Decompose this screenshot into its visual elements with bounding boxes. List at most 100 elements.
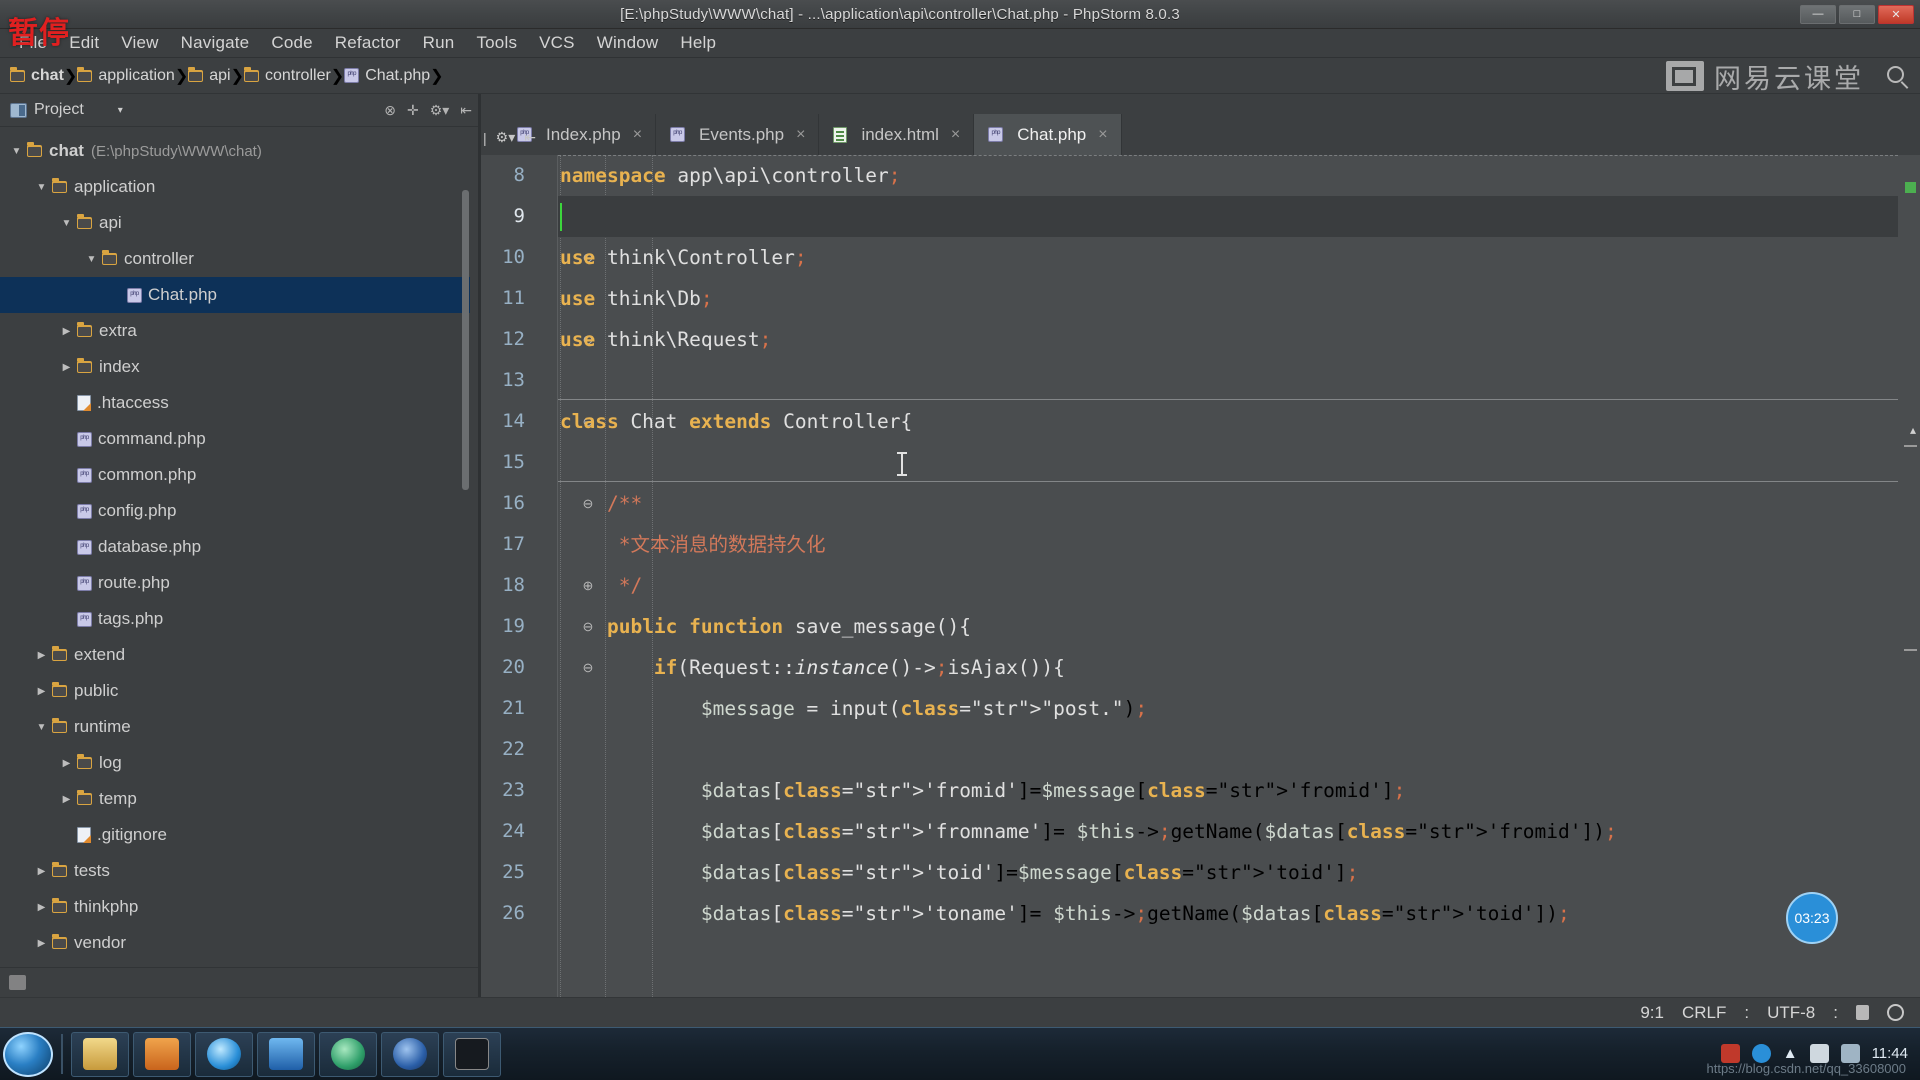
chevron-down-icon[interactable]: ▼ xyxy=(10,146,23,157)
menu-help[interactable]: Help xyxy=(669,31,727,55)
taskbar-item-console[interactable] xyxy=(443,1031,501,1077)
tab-chat-php[interactable]: Chat.php × xyxy=(974,114,1122,155)
taskbar-item-internet-explorer[interactable] xyxy=(195,1031,253,1077)
taskbar-item-phpstorm[interactable] xyxy=(319,1031,377,1077)
search-icon[interactable] xyxy=(1887,66,1904,83)
project-tree-scrollbar[interactable] xyxy=(462,190,469,490)
code-folding-gutter[interactable]: ⊖ ⊖ ⊖ ⊖ ⊕ ⊖ ⊖ xyxy=(529,155,594,997)
close-icon[interactable]: × xyxy=(796,126,805,144)
taskbar-item-wechat[interactable] xyxy=(257,1031,315,1077)
code-line[interactable] xyxy=(558,442,1898,483)
tree-item-common-php[interactable]: common.php xyxy=(0,457,470,493)
editor-scrollbar[interactable]: ▴ xyxy=(1898,155,1920,997)
caret-position[interactable]: 9:1 xyxy=(1640,1003,1664,1023)
code-line[interactable]: $datas[class="str">'fromid']=$message[cl… xyxy=(558,770,1898,811)
chevron-down-icon[interactable]: ▼ xyxy=(85,254,98,265)
hide-icon[interactable]: ⇤ xyxy=(460,102,472,119)
tree-item-tags-php[interactable]: tags.php xyxy=(0,601,470,637)
close-icon[interactable]: × xyxy=(633,126,642,144)
line-separator[interactable]: CRLF xyxy=(1682,1003,1726,1023)
taskbar-item-explorer[interactable] xyxy=(71,1031,129,1077)
code-line[interactable]: namespace app\api\controller; xyxy=(558,155,1898,196)
breadcrumb-item-chat[interactable]: chat xyxy=(10,66,64,85)
tree-item-api[interactable]: ▼ api xyxy=(0,205,470,241)
tree-item-extra[interactable]: ▶ extra xyxy=(0,313,470,349)
tree-item-chat[interactable]: ▼ chat (E:\phpStudy\WWW\chat) xyxy=(0,133,470,169)
tab-events-php[interactable]: Events.php × xyxy=(656,114,820,155)
tree-item-index[interactable]: ▶ index xyxy=(0,349,470,385)
chevron-right-icon[interactable]: ▶ xyxy=(35,902,48,913)
settings-icon[interactable]: ⚙▾ xyxy=(430,102,450,119)
code-line[interactable] xyxy=(558,729,1898,770)
code-content[interactable]: namespace app\api\controller; use think\C… xyxy=(558,155,1898,997)
menu-view[interactable]: View xyxy=(110,31,169,55)
settings-icon[interactable]: ⚙▾ xyxy=(496,129,516,146)
code-line[interactable] xyxy=(558,360,1898,401)
tree-item-log[interactable]: ▶ log xyxy=(0,745,470,781)
code-line[interactable]: public function save_message(){ xyxy=(558,606,1898,647)
code-editor[interactable]: 8 9 10 11 12 13 14 15 16 17 18 19 20 21 22 23 24 25 26 ⊖ ⊖ ⊖… xyxy=(481,155,1920,997)
code-line[interactable]: class Chat extends Controller{ xyxy=(558,401,1898,442)
face-icon[interactable] xyxy=(1887,1004,1904,1021)
taskbar-item-phpstudy[interactable] xyxy=(133,1031,191,1077)
breadcrumb-item-application[interactable]: application xyxy=(77,66,175,85)
chevron-right-icon[interactable]: ▶ xyxy=(60,326,73,337)
tree-item-thinkphp[interactable]: ▶ thinkphp xyxy=(0,889,470,925)
taskbar-item-firefox[interactable] xyxy=(381,1031,439,1077)
code-line[interactable]: use think\Db; xyxy=(558,278,1898,319)
code-line[interactable]: $datas[class="str">'toid']=$message[clas… xyxy=(558,852,1898,893)
terminal-icon[interactable] xyxy=(9,975,26,990)
tree-item-extend[interactable]: ▶ extend xyxy=(0,637,470,673)
chevron-down-icon[interactable]: ▼ xyxy=(60,218,73,229)
code-line[interactable]: if(Request::instance()->;isAjax()){ xyxy=(558,647,1898,688)
chevron-right-icon[interactable]: ▶ xyxy=(35,650,48,661)
breadcrumb-item-chat-php[interactable]: Chat.php xyxy=(344,67,430,85)
lock-icon[interactable] xyxy=(1856,1005,1869,1020)
code-line[interactable] xyxy=(558,196,1898,237)
chevron-down-icon[interactable]: ▼ xyxy=(35,182,48,193)
tree-item-public[interactable]: ▶ public xyxy=(0,673,470,709)
chevron-right-icon[interactable]: ▶ xyxy=(60,362,73,373)
menu-run[interactable]: Run xyxy=(412,31,466,55)
code-line[interactable]: $message = input(class="str">"post."); xyxy=(558,688,1898,729)
tree-item-route-php[interactable]: route.php xyxy=(0,565,470,601)
tree-item-runtime[interactable]: ▼ runtime xyxy=(0,709,470,745)
tree-item-database-php[interactable]: database.php xyxy=(0,529,470,565)
chevron-up-icon[interactable]: ▴ xyxy=(1910,423,1916,437)
project-tree[interactable]: ▼ chat (E:\phpStudy\WWW\chat) ▼ application ▼… xyxy=(0,127,470,987)
tree-item-command-php[interactable]: command.php xyxy=(0,421,470,457)
close-icon[interactable]: × xyxy=(1098,126,1107,144)
tree-item-temp[interactable]: ▶ temp xyxy=(0,781,470,817)
tree-item-config-php[interactable]: config.php xyxy=(0,493,470,529)
chevron-down-icon[interactable]: ▼ xyxy=(35,722,48,733)
chevron-right-icon[interactable]: ▶ xyxy=(60,794,73,805)
menu-window[interactable]: Window xyxy=(586,31,670,55)
chevron-right-icon[interactable]: ▶ xyxy=(35,686,48,697)
tree-item-chat-php[interactable]: Chat.php xyxy=(0,277,470,313)
menu-navigate[interactable]: Navigate xyxy=(170,31,261,55)
breadcrumb-item-api[interactable]: api xyxy=(188,66,231,85)
code-line[interactable]: $datas[class="str">'fromname']= $this->;… xyxy=(558,811,1898,852)
collapse-all-icon[interactable]: ⊗ xyxy=(384,102,396,119)
code-line[interactable]: $datas[class="str">'toname']= $this->;ge… xyxy=(558,893,1898,934)
menu-code[interactable]: Code xyxy=(260,31,323,55)
code-line[interactable]: */ xyxy=(558,565,1898,606)
locate-icon[interactable]: ✛ xyxy=(407,102,419,119)
menu-refactor[interactable]: Refactor xyxy=(324,31,412,55)
code-line[interactable]: /** xyxy=(558,483,1898,524)
show-hidden-icons[interactable]: ▲ xyxy=(1783,1045,1798,1062)
close-button[interactable]: ✕ xyxy=(1878,4,1914,24)
tree-item-htaccess[interactable]: .htaccess xyxy=(0,385,470,421)
tree-item-controller[interactable]: ▼ controller xyxy=(0,241,470,277)
tab-index-html[interactable]: index.html × xyxy=(819,114,975,155)
menu-tools[interactable]: Tools xyxy=(465,31,528,55)
tree-item-tests[interactable]: ▶ tests xyxy=(0,853,470,889)
code-line[interactable]: *文本消息的数据持久化 xyxy=(558,524,1898,565)
menu-vcs[interactable]: VCS xyxy=(528,31,586,55)
tree-item-gitignore[interactable]: .gitignore xyxy=(0,817,470,853)
chevron-right-icon[interactable]: ▶ xyxy=(35,866,48,877)
tree-item-application[interactable]: ▼ application xyxy=(0,169,470,205)
maximize-button[interactable]: □ xyxy=(1839,4,1875,24)
hide-icon[interactable]: ⇤ xyxy=(524,129,536,146)
file-encoding[interactable]: UTF-8 xyxy=(1767,1003,1815,1023)
